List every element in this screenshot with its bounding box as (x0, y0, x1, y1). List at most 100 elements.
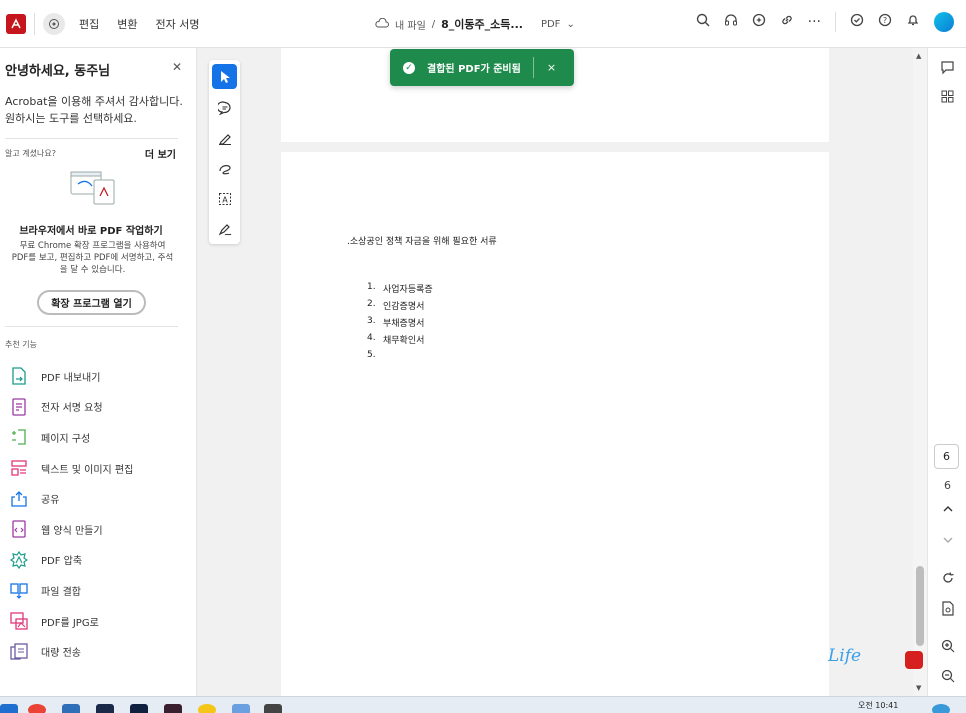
tool-label: PDF 내보내기 (41, 372, 101, 384)
text-tool-button[interactable]: A (212, 186, 237, 211)
divider (34, 12, 35, 35)
see-more-link[interactable]: 더 보기 (145, 146, 176, 161)
highlight-tool-button[interactable] (212, 125, 237, 150)
tool-compress-pdf[interactable]: PDF 압축 (10, 545, 133, 576)
taskbar-app-icon[interactable] (130, 704, 148, 713)
divider (5, 326, 178, 327)
divider (532, 57, 534, 78)
headphones-icon[interactable] (724, 13, 738, 31)
zoom-in-icon[interactable] (928, 639, 966, 657)
menu-edit[interactable]: 편집 (79, 16, 99, 32)
chrome-icon[interactable] (28, 704, 46, 713)
top-right-icons: ··· ? (696, 12, 954, 32)
tool-bulk-send[interactable]: 대량 전송 (10, 636, 133, 667)
tool-web-form[interactable]: 웹 양식 만들기 (10, 514, 133, 545)
taskbar-app-icon[interactable] (264, 704, 282, 713)
comment-icon (217, 100, 231, 115)
open-extension-button[interactable]: 확장 프로그램 열기 (37, 290, 146, 315)
file-name[interactable]: 8_이동주_소득... (441, 16, 523, 32)
close-toast-button[interactable]: × (547, 61, 556, 74)
tool-pdf-to-jpg[interactable]: PDF를 JPG로 (10, 606, 133, 637)
tool-label: 웹 양식 만들기 (41, 525, 103, 537)
intro-text: Acrobat을 이용해 주셔서 감사합니다. 원하시는 도구를 선택하세요. (5, 95, 183, 125)
search-icon[interactable] (696, 13, 710, 31)
document-list: 1. 사업자등록증 2. 인감증명서 3. 부채증명서 4. 채무확인서 5. (367, 282, 433, 367)
organize-pages-icon (10, 428, 28, 446)
list-item: 1. 사업자등록증 (367, 282, 433, 299)
seal-stamp-icon (905, 651, 923, 669)
menu-convert[interactable]: 변환 (117, 16, 137, 32)
pdf-to-jpg-icon (10, 612, 28, 630)
list-number: 2. (367, 299, 376, 309)
tool-share[interactable]: 공유 (10, 483, 133, 514)
home-button[interactable] (43, 12, 65, 35)
scroll-up-arrow-icon[interactable]: ▲ (916, 52, 921, 60)
toast-message: 결합된 PDF가 준비됨 (427, 64, 521, 75)
scrollbar-thumb[interactable] (916, 566, 924, 646)
tool-label: 텍스트 및 이미지 편집 (41, 464, 134, 476)
svg-text:?: ? (883, 16, 887, 25)
close-panel-icon[interactable]: ✕ (172, 60, 182, 74)
divider (5, 138, 178, 139)
combine-files-icon (10, 581, 28, 600)
total-pages: 6 (944, 479, 951, 492)
check-circle-icon[interactable] (850, 13, 864, 31)
tool-label: PDF를 JPG로 (41, 617, 99, 629)
left-panel: 안녕하세요, 동주님 ✕ Acrobat을 이용해 주셔서 감사합니다. 원하시… (0, 48, 197, 696)
current-page-input[interactable]: 6 (934, 444, 959, 469)
list-text: 부채증명서 (383, 319, 425, 329)
ai-assistant-icon[interactable] (752, 13, 766, 31)
taskbar-app-icon[interactable] (932, 704, 950, 713)
taskbar-app-icon[interactable] (198, 704, 216, 713)
tool-combine-files[interactable]: 파일 결합 (10, 575, 133, 606)
page-settings-icon[interactable] (928, 601, 966, 620)
help-icon[interactable]: ? (878, 13, 892, 31)
draw-tool-button[interactable] (212, 155, 237, 180)
top-bar: 편집 변환 전자 서명 내 파일 / 8_이동주_소득... PDF ⌄ ··· (0, 0, 966, 48)
taskbar-app-icon[interactable] (62, 704, 80, 713)
avatar[interactable] (934, 12, 954, 32)
sign-tool-button[interactable] (212, 216, 237, 241)
more-options-icon[interactable]: ··· (808, 14, 821, 30)
tool-organize-pages[interactable]: 페이지 구성 (10, 422, 133, 453)
comments-panel-icon[interactable] (928, 60, 966, 79)
tool-label: 페이지 구성 (41, 433, 91, 445)
acrobat-logo-icon[interactable] (6, 13, 26, 34)
tool-label: 파일 결합 (41, 586, 81, 598)
tool-request-sign[interactable]: 전자 서명 요청 (10, 392, 133, 423)
select-tool-button[interactable] (212, 64, 237, 89)
tool-label: 공유 (41, 495, 60, 507)
menu-e-sign[interactable]: 전자 서명 (156, 16, 200, 32)
comment-tool-button[interactable] (212, 95, 237, 120)
breadcrumb-folder[interactable]: 내 파일 (395, 17, 426, 32)
document-viewer[interactable]: .소상공인 정책 자금을 위해 필요한 서류 1. 사업자등록증 2. 인감증명서 … (197, 48, 913, 696)
chevron-down-icon[interactable]: ⌄ (566, 19, 574, 30)
zoom-out-icon[interactable] (928, 669, 966, 687)
export-pdf-icon (10, 367, 28, 385)
taskbar-app-icon[interactable] (164, 704, 182, 713)
vertical-scrollbar[interactable]: ▲ ▼ (913, 48, 927, 696)
tool-edit-text-images[interactable]: 텍스트 및 이미지 편집 (10, 453, 133, 484)
taskbar-app-icon[interactable] (232, 704, 250, 713)
next-page-icon[interactable] (928, 534, 966, 549)
annotation-toolbar: A (209, 60, 240, 244)
browser-extension-illustration-icon (70, 170, 116, 206)
right-rail: 6 6 (927, 48, 966, 696)
taskbar-app-icon[interactable] (96, 704, 114, 713)
compress-pdf-icon (10, 550, 28, 569)
cloud-icon (375, 17, 389, 31)
text-box-icon: A (218, 192, 231, 205)
rotate-icon[interactable] (928, 571, 966, 589)
tool-export-pdf[interactable]: PDF 내보내기 (10, 361, 133, 392)
taskbar-clock[interactable]: 오전 10:41 (858, 700, 898, 711)
link-icon[interactable] (780, 13, 794, 31)
thumbnails-grid-icon[interactable] (928, 90, 966, 107)
list-item: 2. 인감증명서 (367, 299, 433, 316)
tool-label: 대량 전송 (41, 648, 81, 660)
tool-label: 전자 서명 요청 (41, 403, 103, 415)
bell-icon[interactable] (906, 13, 920, 31)
taskbar-app-icon[interactable] (0, 704, 18, 713)
did-you-know-label: 알고 계셨나요? (5, 149, 56, 158)
previous-page-icon[interactable] (928, 503, 966, 518)
scroll-down-arrow-icon[interactable]: ▼ (916, 684, 921, 692)
